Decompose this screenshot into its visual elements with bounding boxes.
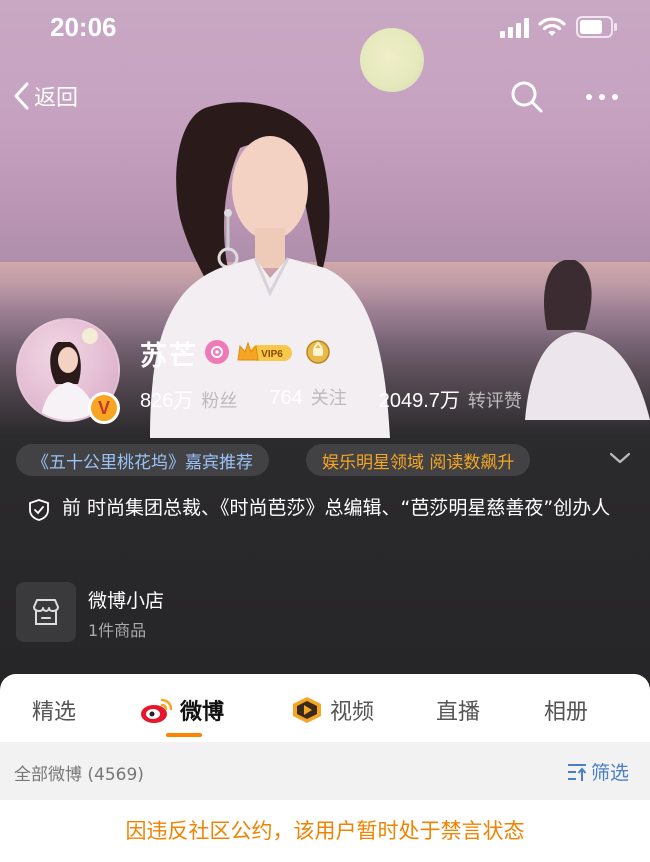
vip-crown-icon[interactable]: VIP6 (236, 340, 294, 364)
heart-badge-icon[interactable] (205, 340, 229, 364)
battery-icon (576, 16, 617, 38)
shop-icon (33, 599, 59, 625)
bio-text: 前 时尚集团总裁、《时尚芭莎》总编辑、“芭莎明星慈善夜”创办人 (62, 497, 611, 519)
verified-v-icon: V (88, 392, 120, 424)
stat-likes[interactable]: 2049.7万 转评赞 (379, 384, 522, 413)
stat-number: 764 (269, 387, 303, 409)
shop-icon-tile[interactable] (16, 582, 76, 642)
gold-badge-icon[interactable] (305, 338, 331, 364)
profile-stats: 826万 粉丝 764 关注 2049.7万 转评赞 (140, 384, 554, 413)
tag-trending-domain[interactable]: 娱乐明星领域 阅读数飙升 (306, 444, 531, 476)
stat-number: 826万 (140, 390, 194, 412)
weibo-filter-bar: 全部微博 (4569) 筛选 (0, 742, 650, 800)
status-bar: 20:06 (0, 0, 650, 56)
back-label: 返回 (34, 86, 79, 111)
shop-name[interactable]: 微博小店 (88, 586, 164, 613)
shop-item-count: 1件商品 (88, 621, 147, 640)
chevron-down-icon[interactable] (608, 450, 632, 466)
muted-status-notice: 因违反社区公约，该用户暂时处于禁言状态 (0, 800, 650, 862)
active-tab-indicator (166, 733, 202, 737)
stat-number: 2049.7万 (378, 390, 460, 412)
tab-live[interactable]: 直播 (436, 694, 480, 726)
filter-label: 筛选 (591, 762, 630, 784)
stat-fans[interactable]: 826万 粉丝 (140, 384, 237, 413)
wifi-icon (538, 17, 566, 36)
user-name: 苏芒 (140, 341, 198, 372)
status-time: 20:06 (50, 12, 117, 42)
more-icon[interactable] (584, 85, 620, 109)
filter-icon (568, 763, 587, 781)
stat-label: 关注 (310, 388, 347, 409)
tab-weibo[interactable]: 微博 (140, 694, 224, 726)
profile-bio: 前 时尚集团总裁、《时尚芭莎》总编辑、“芭莎明星慈善夜”创办人 (28, 492, 628, 525)
tag-guest-recommend[interactable]: 《五十公里桃花坞》嘉宾推荐 (16, 444, 269, 476)
tab-label: 精选 (32, 700, 77, 725)
signal-icon (500, 18, 529, 38)
shield-icon (29, 499, 49, 521)
stat-label: 转评赞 (467, 391, 522, 412)
weibo-logo-icon (141, 698, 173, 723)
stat-label: 粉丝 (201, 391, 238, 412)
vip-level-text: VIP6 (261, 349, 283, 360)
back-chevron-icon (14, 82, 29, 110)
tab-label: 相册 (544, 700, 589, 725)
tab-label: 微博 (180, 700, 225, 725)
tab-video[interactable]: 视频 (290, 694, 374, 726)
tab-album[interactable]: 相册 (544, 694, 588, 726)
filter-button[interactable]: 筛选 (566, 758, 629, 785)
video-icon (293, 697, 321, 723)
back-button[interactable]: 返回 (12, 80, 78, 112)
search-icon[interactable] (510, 80, 544, 114)
tab-label: 视频 (330, 700, 375, 725)
profile-tabs: 精选 微博 视频 直播 相册 (0, 674, 650, 742)
tab-featured[interactable]: 精选 (32, 694, 76, 726)
all-weibo-count[interactable]: 全部微博 (4569) (14, 760, 144, 785)
stat-following[interactable]: 764 关注 (269, 384, 346, 413)
tab-label: 直播 (436, 700, 481, 725)
